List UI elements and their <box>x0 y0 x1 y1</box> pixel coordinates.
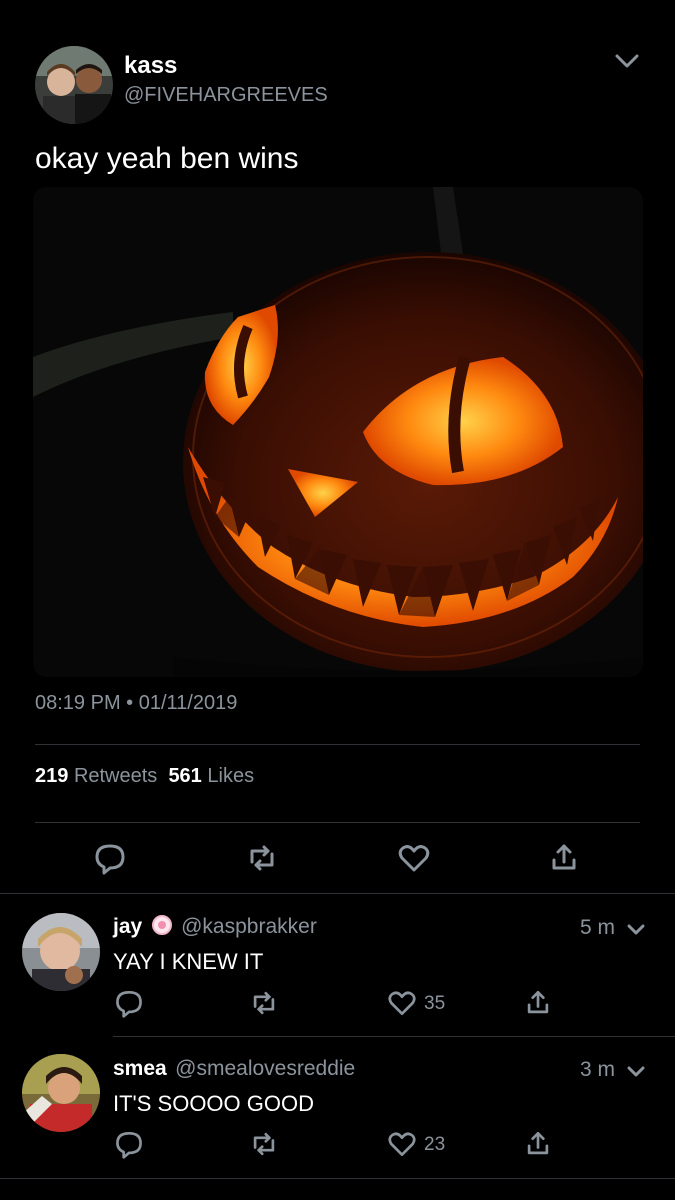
tweet-stats: 219 Retweets 561 Likes <box>35 765 254 788</box>
author-avatar[interactable] <box>35 46 113 124</box>
reply-icon[interactable] <box>92 840 128 876</box>
reply-header: smea @smealovesreddie <box>113 1057 355 1081</box>
retweet-icon[interactable] <box>248 987 280 1024</box>
reply-author-handle[interactable]: @kaspbrakker <box>181 915 317 938</box>
divider <box>35 822 640 823</box>
chevron-down-icon[interactable] <box>625 918 647 945</box>
like-icon[interactable] <box>386 1128 418 1165</box>
chevron-down-icon[interactable] <box>612 46 642 76</box>
tweet-media-image[interactable] <box>33 187 643 677</box>
likes-count[interactable]: 561 <box>168 765 201 787</box>
reply-author-name[interactable]: jay <box>113 915 142 938</box>
tweet-timestamp: 08:19 PM • 01/11/2019 <box>35 692 238 714</box>
share-icon[interactable] <box>546 840 582 876</box>
reply-avatar[interactable] <box>22 1054 100 1132</box>
reply-text: YAY I KNEW IT <box>113 949 264 974</box>
author-handle[interactable]: @FIVEHARGREEVES <box>124 84 328 107</box>
divider <box>35 744 640 745</box>
reply-text: IT'S SOOOO GOOD <box>113 1091 314 1116</box>
retweets-label[interactable]: Retweets <box>74 765 157 787</box>
divider <box>0 1178 675 1179</box>
like-icon[interactable] <box>386 987 418 1024</box>
chevron-down-icon[interactable] <box>625 1060 647 1087</box>
reply-author-handle[interactable]: @smealovesreddie <box>175 1057 355 1080</box>
retweet-icon[interactable] <box>244 840 280 876</box>
retweets-count[interactable]: 219 <box>35 765 68 787</box>
reply-author-name[interactable]: smea <box>113 1057 167 1080</box>
retweet-icon[interactable] <box>248 1128 280 1165</box>
like-icon[interactable] <box>396 840 432 876</box>
reply-like-count: 23 <box>424 1134 446 1155</box>
share-icon[interactable] <box>522 987 554 1024</box>
reply-time: 5 m <box>580 916 616 939</box>
badge-icon <box>151 914 173 941</box>
reply-avatar[interactable] <box>22 913 100 991</box>
divider <box>113 1036 675 1037</box>
reply-icon[interactable] <box>113 987 145 1024</box>
reply-time: 3 m <box>580 1058 616 1081</box>
divider <box>0 893 675 894</box>
likes-label[interactable]: Likes <box>207 765 254 787</box>
share-icon[interactable] <box>522 1128 554 1165</box>
author-name[interactable]: kass <box>124 52 177 80</box>
reply-header: jay @kaspbrakker <box>113 914 317 941</box>
tweet-text: okay yeah ben wins <box>35 142 299 175</box>
reply-icon[interactable] <box>113 1128 145 1165</box>
reply-like-count: 35 <box>424 993 446 1014</box>
